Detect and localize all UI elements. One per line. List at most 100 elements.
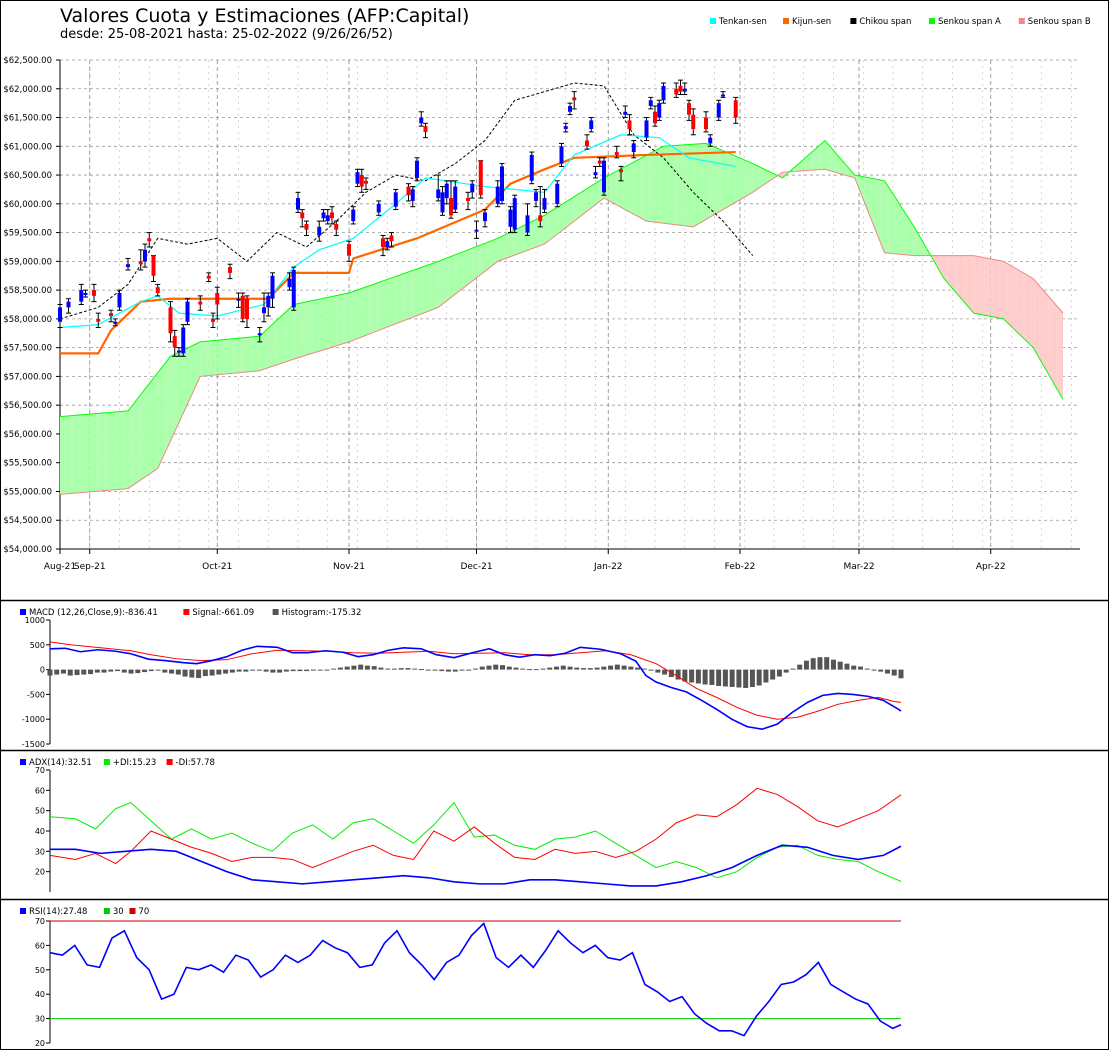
histogram-bar (270, 669, 276, 673)
cloud-segment (340, 294, 343, 345)
cloud-segment (720, 149, 723, 211)
cloud-segment (104, 412, 107, 491)
cloud-segment (421, 266, 424, 314)
histogram-bar (729, 669, 735, 687)
candle-body (687, 103, 691, 115)
histogram-bar (162, 669, 168, 673)
cloud-segment (718, 148, 721, 213)
legend-label: Tenkan-sen (718, 17, 767, 27)
cloud-segment (300, 302, 303, 358)
cloud-segment (973, 255, 976, 314)
cloud-segment (79, 414, 82, 493)
cloud-segment (363, 286, 366, 337)
candle-body (109, 313, 113, 317)
cloud-segment (325, 297, 328, 350)
histogram-bar (54, 669, 60, 675)
cloud-segment (559, 204, 562, 233)
candle-body (644, 120, 649, 138)
cloud-segment (635, 159, 638, 217)
cloud-segment (1018, 269, 1021, 336)
candle-body (614, 152, 619, 155)
cloud-segment (213, 340, 216, 376)
cloud-segment (516, 227, 519, 255)
cloud-segment (975, 256, 978, 314)
cloud-segment (451, 255, 454, 298)
histogram-bar (776, 669, 782, 677)
cloud-segment (733, 155, 736, 204)
histogram-bar (310, 669, 316, 671)
cloud-segment (1046, 293, 1049, 374)
cloud-segment (550, 209, 553, 240)
candle-body (534, 192, 538, 201)
cloud-segment (463, 250, 466, 288)
cloud-segment (147, 383, 150, 476)
candle-body (351, 209, 356, 222)
cloud-segment (125, 410, 128, 489)
cloud-segment (1043, 290, 1046, 370)
histogram-bar (810, 658, 816, 670)
cloud-segment (210, 340, 213, 376)
candle-body (623, 111, 628, 115)
candle-body (716, 103, 721, 118)
cloud-segment (986, 258, 989, 317)
cloud-segment (572, 196, 575, 223)
histogram-bar (108, 669, 114, 672)
cloud-segment (270, 324, 273, 368)
cloud-segment (308, 300, 311, 355)
cloud-segment (599, 179, 602, 202)
cloud-segment (94, 413, 97, 492)
cloud-segment (60, 416, 63, 495)
histogram-bar (486, 665, 492, 670)
cloud-segment (459, 252, 462, 291)
legend-swatch (20, 759, 26, 765)
histogram-bar (432, 669, 438, 671)
cloud-segment (64, 416, 67, 494)
y-tick-label: $61,500.00 (3, 114, 52, 124)
cloud-segment (230, 338, 233, 374)
cloud-segment (240, 337, 243, 373)
cloud-segment (134, 399, 137, 485)
candle-body (423, 126, 428, 132)
candle-body (126, 264, 130, 268)
candle-body (172, 336, 177, 348)
histogram-bar (121, 669, 127, 673)
cloud-segment (1056, 305, 1059, 393)
candle-body (682, 88, 687, 92)
candle-body (704, 117, 708, 130)
cloud-segment (669, 145, 672, 225)
cloud-segment (735, 156, 738, 203)
candle-body (359, 175, 364, 187)
cloud-segment (334, 295, 337, 347)
cloud-segment (198, 341, 201, 382)
cloud-segment (119, 411, 122, 490)
cloud-segment (145, 386, 148, 478)
cloud-segment (423, 265, 426, 314)
histogram-bar (371, 666, 377, 670)
cloud-segment (196, 342, 199, 386)
cloud-segment (990, 258, 993, 317)
x-tick-label: Aug-21 (44, 562, 76, 572)
cloud-segment (676, 145, 679, 226)
histogram-bar (797, 664, 803, 670)
histogram-bar (81, 669, 87, 675)
histogram-bar (236, 669, 242, 672)
cloud-segment (170, 355, 173, 441)
histogram-bar (871, 669, 877, 671)
cloud-segment (672, 145, 675, 225)
cloud-segment (1052, 300, 1055, 385)
cloud-segment (266, 328, 269, 369)
cloud-segment (912, 223, 915, 256)
chart-title: Valores Cuota y Estimaciones (AFP:Capita… (60, 5, 469, 27)
cloud-segment (616, 170, 619, 207)
cloud-segment (710, 145, 713, 217)
histogram-bar (824, 657, 830, 670)
cloud-segment (276, 318, 279, 365)
cloud-segment (372, 283, 375, 333)
cloud-segment (221, 339, 224, 375)
cloud-segment (812, 149, 815, 171)
cloud-segment (905, 213, 908, 255)
y-tick-label: $56,500.00 (3, 401, 52, 411)
cloud-segment (444, 258, 447, 303)
cloud-segment (391, 277, 394, 326)
candle-body (648, 100, 653, 107)
